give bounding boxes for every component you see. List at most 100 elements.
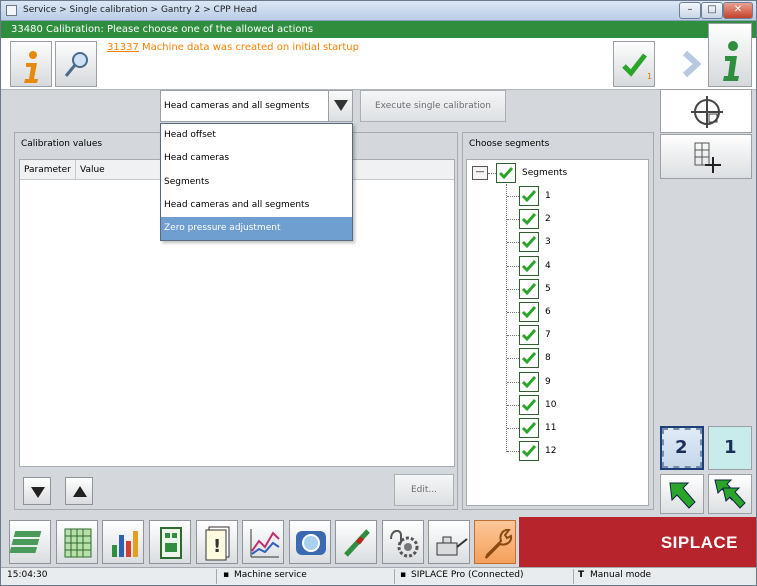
arrow-upleft-icon bbox=[669, 482, 696, 509]
acknowledge-count: 1 bbox=[647, 72, 653, 81]
calibration-select-value: Head cameras and all segments bbox=[164, 101, 310, 111]
segment-checkbox-5[interactable] bbox=[519, 279, 539, 299]
check-icon bbox=[521, 399, 537, 412]
stack-icon bbox=[9, 531, 42, 553]
tree-connector bbox=[507, 219, 519, 220]
segment-checkbox-7[interactable] bbox=[519, 325, 539, 345]
next-arrow[interactable] bbox=[661, 41, 709, 87]
calibration-mode-board-button[interactable] bbox=[660, 134, 752, 179]
tree-connector bbox=[507, 428, 519, 429]
maximize-button[interactable]: □ bbox=[701, 2, 723, 19]
option-head-offset[interactable]: Head offset bbox=[161, 124, 352, 147]
camera-icon bbox=[296, 531, 326, 555]
money-stack-button[interactable] bbox=[9, 520, 51, 564]
tree-connector bbox=[507, 405, 519, 406]
search-messages-button[interactable] bbox=[55, 41, 97, 87]
column-divider bbox=[75, 160, 76, 180]
lubrication-button[interactable] bbox=[428, 520, 470, 564]
scroll-down-button[interactable] bbox=[23, 477, 51, 505]
segment-label: 8 bbox=[545, 353, 551, 363]
board-overview-button[interactable] bbox=[56, 520, 98, 564]
check-icon bbox=[521, 422, 537, 435]
segment-checkbox-6[interactable] bbox=[519, 302, 539, 322]
tree-connector bbox=[507, 289, 519, 290]
move-both-gantries-button[interactable] bbox=[708, 474, 752, 514]
tree-connector bbox=[507, 196, 519, 197]
help-info-button[interactable] bbox=[708, 23, 752, 87]
title-bar: Service > Single calibration > Gantry 2 … bbox=[1, 1, 756, 21]
nozzle-button[interactable] bbox=[335, 520, 377, 564]
acknowledge-button[interactable]: 1 bbox=[613, 41, 655, 87]
crosshair-grid-icon bbox=[691, 96, 723, 128]
message-line: 31337 Machine data was created on initia… bbox=[107, 42, 359, 53]
segment-checkbox-2[interactable] bbox=[519, 209, 539, 229]
segments-tree: — Segments 1 2 3 4 5 6 7 8 9 10 11 12 bbox=[466, 159, 649, 506]
segments-root-checkbox[interactable] bbox=[496, 163, 516, 183]
segment-checkbox-10[interactable] bbox=[519, 395, 539, 415]
segment-label: 4 bbox=[545, 261, 551, 271]
calibration-mode-head-button[interactable] bbox=[660, 89, 752, 133]
footer-bar: 15:04:30 ▪ Machine service ▪ SIPLACE Pro… bbox=[1, 567, 756, 585]
camera-button[interactable] bbox=[289, 520, 331, 564]
footer-divider bbox=[394, 569, 395, 584]
double-arrow-upleft-icon bbox=[714, 479, 746, 509]
check-icon bbox=[521, 445, 537, 458]
column-parameter[interactable]: Parameter bbox=[24, 165, 71, 175]
option-zero-pressure-adjustment[interactable]: Zero pressure adjustment bbox=[161, 217, 352, 240]
collapse-toggle[interactable]: — bbox=[472, 166, 488, 180]
gantry-1-button[interactable]: 1 bbox=[708, 426, 752, 470]
wrench-icon bbox=[485, 528, 513, 559]
line-chart-icon bbox=[250, 529, 280, 558]
app-icon bbox=[6, 5, 17, 16]
maintenance-button[interactable] bbox=[382, 520, 424, 564]
gantry-2-button[interactable]: 2 bbox=[660, 426, 704, 470]
option-head-cameras[interactable]: Head cameras bbox=[161, 147, 352, 170]
segments-title: Choose segments bbox=[469, 139, 550, 149]
tree-connector bbox=[507, 358, 519, 359]
option-segments[interactable]: Segments bbox=[161, 171, 352, 194]
brand-name: SIPLACE bbox=[660, 533, 738, 552]
bar-chart-icon bbox=[112, 531, 138, 557]
column-value[interactable]: Value bbox=[80, 165, 105, 175]
connection-status: SIPLACE Pro (Connected) bbox=[411, 570, 524, 580]
trend-button[interactable] bbox=[242, 520, 284, 564]
minimize-button[interactable]: – bbox=[679, 2, 701, 19]
warning-document-icon: ! bbox=[205, 526, 230, 561]
option-head-cameras-and-all-segments[interactable]: Head cameras and all segments bbox=[161, 194, 352, 217]
check-icon bbox=[521, 213, 537, 226]
connection-icon: ▪ bbox=[400, 570, 407, 580]
nozzle-icon bbox=[344, 529, 370, 557]
machine-mode-icon: ▪ bbox=[223, 570, 230, 580]
dropdown-toggle[interactable] bbox=[328, 91, 352, 121]
segment-checkbox-1[interactable] bbox=[519, 186, 539, 206]
arrow-up-icon bbox=[73, 486, 87, 497]
status-text: 33480 Calibration: Please choose one of … bbox=[11, 24, 314, 35]
service-wrench-button[interactable] bbox=[474, 520, 516, 564]
segment-checkbox-3[interactable] bbox=[519, 232, 539, 252]
statistics-button[interactable] bbox=[102, 520, 144, 564]
edit-button[interactable]: Edit... bbox=[394, 474, 454, 506]
message-text: Machine data was created on initial star… bbox=[142, 42, 359, 53]
tree-connector bbox=[507, 451, 519, 452]
segment-checkbox-8[interactable] bbox=[519, 348, 539, 368]
scroll-up-button[interactable] bbox=[65, 477, 93, 505]
segment-checkbox-12[interactable] bbox=[519, 441, 539, 461]
message-code-link[interactable]: 31337 bbox=[107, 42, 139, 53]
feeder-button[interactable] bbox=[149, 520, 191, 564]
triangle-down-icon bbox=[334, 100, 348, 111]
close-button[interactable]: ✕ bbox=[723, 2, 753, 19]
info-button[interactable] bbox=[10, 41, 52, 87]
segment-checkbox-9[interactable] bbox=[519, 372, 539, 392]
segment-checkbox-11[interactable] bbox=[519, 418, 539, 438]
execute-calibration-button[interactable]: Execute single calibration bbox=[360, 90, 506, 122]
check-icon bbox=[521, 260, 537, 273]
svg-text:!: ! bbox=[213, 536, 221, 557]
segment-label: 1 bbox=[545, 191, 551, 201]
warnings-button[interactable]: ! bbox=[196, 520, 238, 564]
check-icon bbox=[521, 190, 537, 203]
move-gantry-button[interactable] bbox=[660, 474, 704, 514]
message-row: 31337 Machine data was created on initia… bbox=[1, 23, 756, 90]
segment-checkbox-4[interactable] bbox=[519, 256, 539, 276]
operation-mode: Manual mode bbox=[590, 570, 652, 580]
calibration-select[interactable]: Head cameras and all segments bbox=[160, 90, 353, 122]
